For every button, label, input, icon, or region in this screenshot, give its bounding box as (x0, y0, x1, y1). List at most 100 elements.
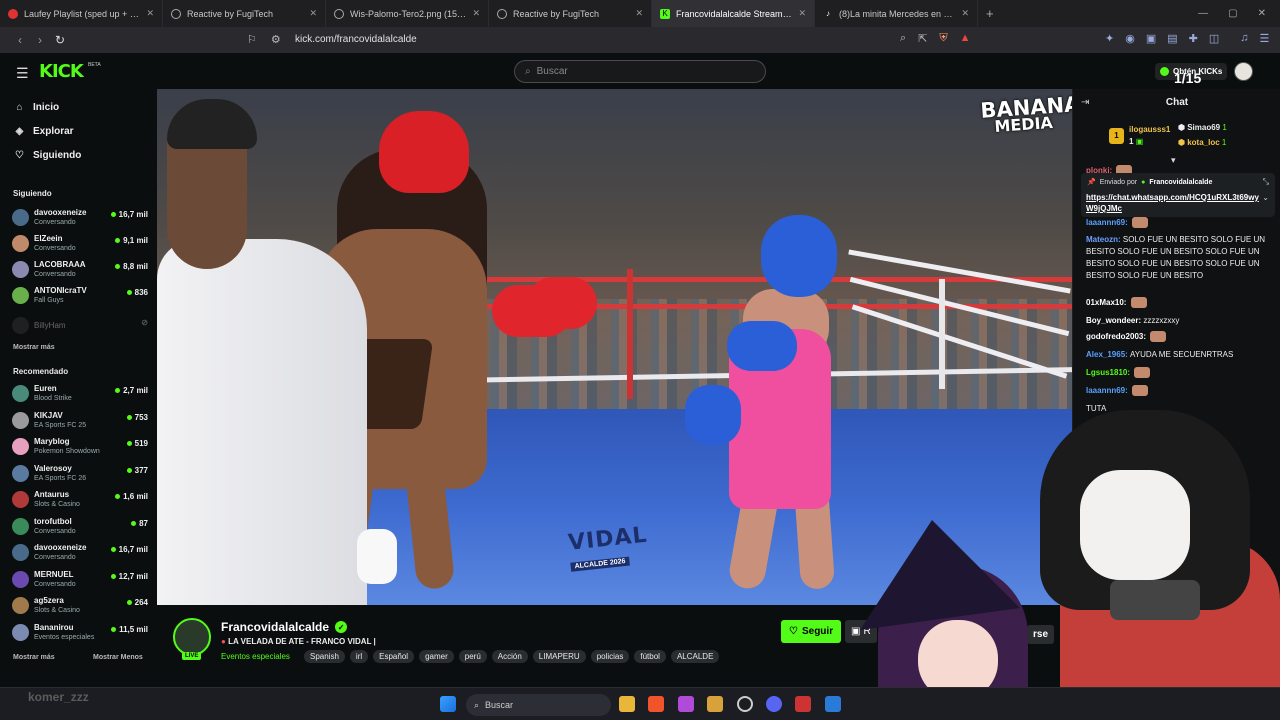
nav-following[interactable]: ♡ Siguiendo (14, 150, 81, 161)
chat-username[interactable]: laaannn69: (1086, 386, 1130, 395)
sidebar-icon[interactable]: ◫ (1209, 32, 1219, 45)
leader-3[interactable]: ⬢ kota_loc 1 (1178, 138, 1226, 147)
chat-username[interactable]: 01xMax10: (1086, 298, 1129, 307)
tag-chip[interactable]: LIMAPERU (532, 650, 586, 663)
tab-close-icon[interactable]: ✕ (146, 8, 154, 19)
pinned-message[interactable]: 📌 Enviado por ● Francovidalalcalde ⤡ ⌄ h… (1081, 173, 1275, 217)
tab-laufey[interactable]: Laufey Playlist (sped up + 1 song of l ✕ (0, 0, 163, 27)
streamer-avatar[interactable] (173, 618, 211, 656)
tag-chip[interactable]: gamer (419, 650, 454, 663)
url-field[interactable]: kick.com/francovidalalcalde (295, 34, 417, 45)
menu-icon[interactable]: ☰ (1260, 32, 1270, 45)
channel-item[interactable]: Maryblog Pokemon Showdown 519 (12, 436, 148, 460)
subscribe-button[interactable]: ▣ R (845, 620, 877, 643)
channel-item[interactable]: davooxeneize Conversando 16,7 mil (12, 207, 148, 231)
bookmark-icon[interactable]: ⚐ (247, 33, 257, 46)
app-icon[interactable] (707, 696, 723, 712)
tab-close-icon[interactable]: ✕ (472, 8, 480, 19)
channel-item[interactable]: MERNUEL Conversando 12,7 mil (12, 569, 148, 593)
app-icon[interactable] (737, 696, 753, 712)
music-icon[interactable]: ♫ (1240, 32, 1248, 45)
maximize-icon[interactable]: ▢ (1228, 8, 1237, 19)
audio-extension-icon[interactable]: ◉ (1125, 32, 1135, 45)
channel-item[interactable]: Euren Blood Strike 2,7 mil (12, 383, 148, 407)
share-icon[interactable]: ⇱ (918, 32, 927, 45)
chat-username[interactable]: Alex_1965: (1086, 350, 1130, 359)
leader-2[interactable]: ⬢ Simao69 1 (1178, 123, 1227, 132)
tab-close-icon[interactable]: ✕ (309, 8, 317, 19)
tag-chip[interactable]: fútbol (634, 650, 666, 663)
chat-username[interactable]: Lgsus1810: (1086, 368, 1132, 377)
tab-close-icon[interactable]: ✕ (798, 8, 806, 19)
stream-category[interactable]: Eventos especiales (221, 652, 290, 661)
show-more-following[interactable]: Mostrar más (13, 344, 55, 351)
nav-home[interactable]: ⌂ Inicio (14, 102, 59, 113)
user-avatar[interactable] (1234, 62, 1253, 81)
chat-username[interactable]: Boy_wondeer: (1086, 316, 1143, 325)
leader-1[interactable]: ilogausss1 (1129, 125, 1170, 134)
channel-item[interactable]: Valerosoy EA Sports FC 26 377 (12, 463, 148, 487)
show-more-button[interactable]: Mostrar más (13, 654, 55, 661)
taskbar-search[interactable]: ⌕ Buscar (466, 694, 611, 716)
discord-icon[interactable] (766, 696, 782, 712)
app-icon[interactable] (795, 696, 811, 712)
translate-extension-icon[interactable]: ✦ (1105, 32, 1114, 45)
tab-reactive-2[interactable]: Reactive by FugiTech ✕ (489, 0, 652, 27)
tab-tiktok[interactable]: ♪ (8)La minita Mercedes en el mundo c ✕ (815, 0, 978, 27)
channel-item[interactable]: KIKJAV EA Sports FC 25 753 (12, 410, 148, 434)
channel-item[interactable]: ElZeein Conversando 9,1 mil (12, 233, 148, 257)
site-settings-icon[interactable]: ⚙ (271, 33, 281, 46)
app-icon[interactable] (825, 696, 841, 712)
tag-chip[interactable]: irl (349, 650, 369, 663)
tag-chip[interactable]: Español (373, 650, 415, 663)
channel-item[interactable]: torofutbol Conversando 87 (12, 516, 148, 540)
new-tab-icon[interactable]: + (986, 6, 994, 21)
tab-close-icon[interactable]: ✕ (961, 8, 969, 19)
windows-start-icon[interactable] (440, 696, 456, 712)
channel-item[interactable]: ag5zera Slots & Casino 264 (12, 595, 148, 619)
app-icon[interactable] (678, 696, 694, 712)
tag-chip[interactable]: policias (590, 650, 630, 663)
reload-icon[interactable]: ↻ (50, 33, 70, 47)
offline-channel[interactable]: BillyHam ⊘ (12, 315, 148, 339)
pinned-link[interactable]: https://chat.whatsapp.com/HCQ1uRXL3t69wy… (1086, 192, 1266, 214)
brave-icon[interactable] (648, 696, 664, 712)
leader-name: Simao69 (1187, 123, 1221, 132)
hamburger-icon[interactable]: ☰ (16, 65, 29, 82)
tab-reactive-1[interactable]: Reactive by FugiTech ✕ (163, 0, 326, 27)
channel-item[interactable]: davooxeneize Conversando 16,7 mil (12, 542, 148, 566)
rewards-icon[interactable]: ▲ (960, 32, 971, 45)
channel-item[interactable]: Antaurus Slots & Casino 1,6 mil (12, 489, 148, 513)
layout-extension-icon[interactable]: ▤ (1167, 32, 1177, 45)
tab-kick-stream[interactable]: K Francovidalalcalde Stream - V ✕ (652, 0, 815, 27)
unpin-icon[interactable]: ⤡ (1263, 177, 1269, 187)
tag-chip[interactable]: Acción (491, 650, 528, 663)
video-player[interactable]: VIDAL ALCALDE 2026 BANANA MEDIA (157, 89, 1072, 605)
channel-item[interactable]: LACOBRAAA Conversando 8,8 mil (12, 259, 148, 283)
file-explorer-icon[interactable] (619, 696, 635, 712)
tag-chip[interactable]: ALCALDE (670, 650, 720, 663)
puzzle-icon[interactable]: ✚ (1189, 32, 1198, 45)
tab-close-icon[interactable]: ✕ (635, 8, 643, 19)
forward-icon[interactable]: › (30, 33, 50, 47)
channel-item[interactable]: ANTONIcraTV Fall Guys 836 (12, 285, 148, 309)
tag-chip[interactable]: Spanish (304, 650, 345, 663)
search-input[interactable]: ⌕ Buscar (514, 60, 766, 83)
tab-image[interactable]: Wis-Palomo-Tero2.png (1500×1500) ✕ (326, 0, 489, 27)
tag-chip[interactable]: perú (458, 650, 487, 663)
window-extension-icon[interactable]: ▣ (1146, 32, 1156, 45)
shield-icon[interactable]: ⛨ (939, 32, 947, 45)
show-less-button[interactable]: Mostrar Menos (93, 654, 143, 661)
chat-username[interactable]: laaannn69: (1086, 218, 1130, 227)
minimize-icon[interactable]: — (1198, 8, 1208, 19)
chat-username[interactable]: godofredo2003: (1086, 332, 1148, 341)
kick-logo[interactable]: KICK (39, 61, 84, 82)
zoom-icon[interactable]: ⌕ (900, 32, 906, 45)
nav-explore[interactable]: ◈ Explorar (14, 126, 74, 137)
close-icon[interactable]: ✕ (1258, 8, 1266, 19)
chat-username[interactable]: Mateozn: (1086, 235, 1123, 244)
back-icon[interactable]: ‹ (10, 33, 30, 47)
streamer-name[interactable]: Francovidalalcalde ✓ (221, 620, 348, 634)
follow-button[interactable]: ♡ Seguir (781, 620, 842, 643)
channel-item[interactable]: Bananirou Eventos especiales 11,5 mil (12, 622, 148, 646)
